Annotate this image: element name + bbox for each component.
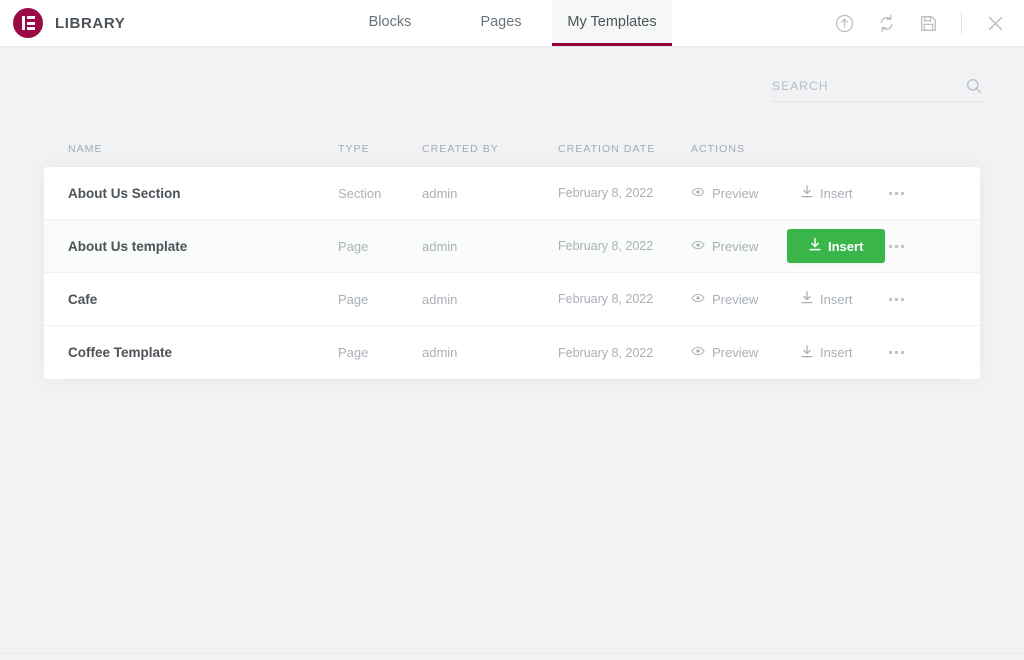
table-row[interactable]: About Us template Page admin February 8,…	[44, 220, 980, 273]
cell-type: Section	[338, 186, 422, 201]
table-header-row: NAME TYPE CREATED BY CREATION DATE ACTIO…	[0, 130, 1024, 167]
insert-button[interactable]: Insert	[787, 177, 867, 209]
table-row[interactable]: Cafe Page admin February 8, 2022 Preview	[44, 273, 980, 326]
cell-type: Page	[338, 345, 422, 360]
download-icon	[809, 238, 821, 254]
cell-created-by: admin	[422, 186, 558, 201]
search-row	[772, 78, 982, 102]
table-row[interactable]: About Us Section Section admin February …	[44, 167, 980, 220]
insert-label: Insert	[820, 292, 853, 307]
column-header-created-by: CREATED BY	[422, 143, 558, 155]
preview-label: Preview	[712, 239, 758, 254]
tab-my-templates-label: My Templates	[567, 14, 656, 30]
search-input[interactable]	[772, 79, 942, 93]
cell-creation-date: February 8, 2022	[558, 186, 691, 200]
download-icon	[801, 345, 813, 361]
cell-name: About Us Section	[44, 186, 338, 201]
page-title: LIBRARY	[55, 15, 125, 32]
cell-creation-date: February 8, 2022	[558, 239, 691, 253]
cell-type: Page	[338, 292, 422, 307]
cell-actions: Preview Insert	[691, 283, 922, 315]
cell-actions: Preview Insert	[691, 229, 922, 263]
search-container	[772, 78, 982, 102]
eye-icon	[691, 291, 705, 308]
insert-button[interactable]: Insert	[787, 283, 867, 315]
preview-button[interactable]: Preview	[691, 344, 781, 361]
cell-actions: Preview Insert	[691, 337, 922, 369]
insert-button[interactable]: Insert	[787, 337, 867, 369]
download-icon	[801, 185, 813, 201]
cell-name: Coffee Template	[44, 345, 338, 360]
more-options-button[interactable]	[887, 292, 906, 307]
tab-blocks-label: Blocks	[369, 14, 412, 30]
save-icon[interactable]	[917, 12, 939, 34]
footer-divider	[0, 653, 1024, 654]
search-icon[interactable]	[966, 78, 982, 94]
more-options-button[interactable]	[887, 186, 906, 201]
tab-pages[interactable]: Pages	[450, 0, 552, 46]
templates-table: NAME TYPE CREATED BY CREATION DATE ACTIO…	[0, 130, 1024, 379]
preview-label: Preview	[712, 292, 758, 307]
preview-button[interactable]: Preview	[691, 185, 781, 202]
cell-created-by: admin	[422, 345, 558, 360]
insert-label: Insert	[820, 186, 853, 201]
sync-icon[interactable]	[875, 12, 897, 34]
eye-icon	[691, 238, 705, 255]
eye-icon	[691, 185, 705, 202]
brand: LIBRARY	[0, 0, 330, 46]
insert-label: Insert	[828, 239, 863, 254]
close-icon[interactable]	[984, 12, 1006, 34]
tab-pages-label: Pages	[480, 14, 521, 30]
download-icon	[801, 291, 813, 307]
table-body: About Us Section Section admin February …	[44, 167, 980, 379]
column-header-type: TYPE	[338, 143, 422, 155]
table-row[interactable]: Coffee Template Page admin February 8, 2…	[44, 326, 980, 379]
cell-name: Cafe	[44, 292, 338, 307]
insert-button[interactable]: Insert	[787, 229, 885, 263]
more-options-button[interactable]	[887, 239, 906, 254]
library-header: LIBRARY Blocks Pages My Templates	[0, 0, 1024, 47]
cell-name: About Us template	[44, 239, 338, 254]
preview-label: Preview	[712, 345, 758, 360]
insert-label: Insert	[820, 345, 853, 360]
cell-actions: Preview Insert	[691, 177, 922, 209]
column-header-actions: ACTIONS	[691, 143, 922, 155]
library-tabs: Blocks Pages My Templates	[330, 0, 672, 46]
column-header-name: NAME	[44, 143, 338, 155]
eye-icon	[691, 344, 705, 361]
column-header-creation-date: CREATION DATE	[558, 143, 691, 155]
tab-my-templates[interactable]: My Templates	[552, 0, 672, 46]
cell-created-by: admin	[422, 239, 558, 254]
elementor-logo-icon	[13, 8, 43, 38]
preview-button[interactable]: Preview	[691, 238, 781, 255]
upload-icon[interactable]	[833, 12, 855, 34]
preview-label: Preview	[712, 186, 758, 201]
cell-created-by: admin	[422, 292, 558, 307]
more-options-button[interactable]	[887, 345, 906, 360]
tab-blocks[interactable]: Blocks	[330, 0, 450, 46]
header-actions	[833, 0, 1024, 46]
header-divider	[961, 12, 962, 34]
cell-creation-date: February 8, 2022	[558, 292, 691, 306]
cell-type: Page	[338, 239, 422, 254]
cell-creation-date: February 8, 2022	[558, 346, 691, 360]
preview-button[interactable]: Preview	[691, 291, 781, 308]
